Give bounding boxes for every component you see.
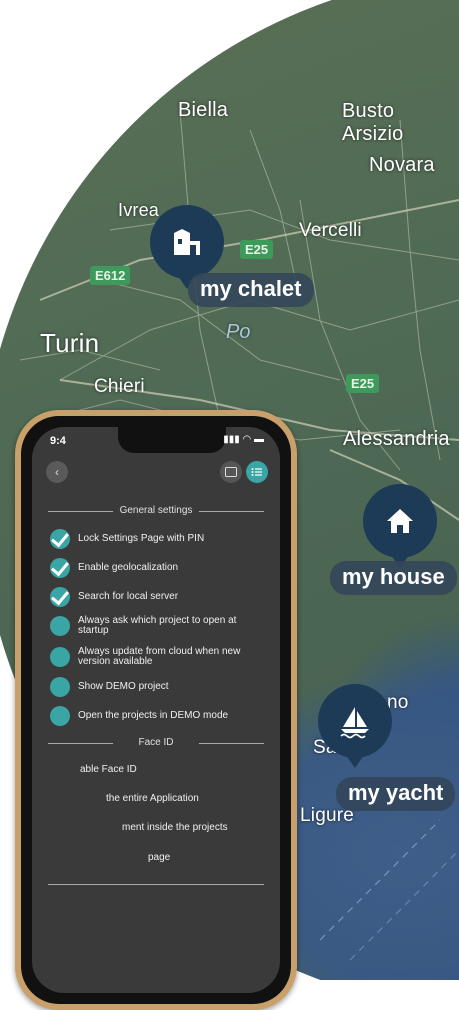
yacht-label[interactable]: my yacht bbox=[336, 777, 456, 811]
road-badge-e25: E25 bbox=[240, 240, 274, 259]
city-turin: Turin bbox=[40, 328, 100, 358]
checkbox-unchecked[interactable] bbox=[50, 616, 70, 636]
setting-label: Show DEMO project bbox=[78, 681, 169, 692]
road-badge-e612: E612 bbox=[90, 266, 131, 285]
chalet-icon bbox=[174, 229, 200, 255]
setting-local-server[interactable]: Search for local server bbox=[50, 587, 268, 607]
city-vercelli: Vercelli bbox=[299, 220, 362, 241]
river-po: Po bbox=[226, 321, 251, 343]
phone-screen: 9:4 ▮▮▮ ◠ ▬ ‹ General settings Lock Sett… bbox=[32, 427, 280, 993]
setting-label: page bbox=[148, 852, 171, 863]
city-alessandria: Alessandria bbox=[343, 428, 450, 450]
setting-demo-mode[interactable]: Open the projects in DEMO mode bbox=[50, 706, 268, 726]
back-icon: ‹ bbox=[55, 465, 59, 479]
house-label[interactable]: my house bbox=[330, 561, 457, 595]
list-settings-icon bbox=[251, 468, 262, 476]
app-topbar: ‹ bbox=[32, 455, 280, 491]
setting-faceid-page[interactable]: page bbox=[50, 853, 268, 863]
setting-label: Always update from cloud when new versio… bbox=[78, 646, 241, 667]
yacht-pin[interactable] bbox=[318, 684, 392, 758]
back-button[interactable]: ‹ bbox=[46, 461, 68, 483]
status-icons: ▮▮▮ ◠ ▬ bbox=[223, 434, 264, 445]
house-icon bbox=[387, 509, 413, 533]
setting-label: Search for local server bbox=[78, 591, 179, 602]
setting-update-cloud[interactable]: Always update from cloud when new versio… bbox=[50, 647, 268, 667]
road-badge-e25-south: E25 bbox=[346, 374, 380, 393]
setting-label: Enable geolocalization bbox=[78, 562, 179, 573]
city-busto-arsizio: Busto Arsizio bbox=[342, 100, 404, 145]
status-time: 9:4 bbox=[50, 435, 66, 447]
setting-geolocalization[interactable]: Enable geolocalization bbox=[50, 558, 268, 578]
checkbox-unchecked[interactable] bbox=[50, 647, 70, 667]
setting-label: Always ask which project to open at star… bbox=[78, 615, 237, 636]
setting-lock-pin[interactable]: Lock Settings Page with PIN bbox=[50, 529, 268, 549]
setting-label: ment inside the projects bbox=[122, 822, 228, 833]
folder-icon bbox=[225, 467, 237, 477]
setting-faceid-enable[interactable]: able Face ID bbox=[50, 765, 268, 775]
checkbox-unchecked[interactable] bbox=[50, 706, 70, 726]
setting-label: the entire Application bbox=[106, 793, 199, 804]
chalet-label[interactable]: my chalet bbox=[188, 273, 314, 307]
setting-label: able Face ID bbox=[80, 764, 137, 775]
phone-mockup: 9:4 ▮▮▮ ◠ ▬ ‹ General settings Lock Sett… bbox=[15, 410, 297, 1010]
house-pin[interactable] bbox=[363, 484, 437, 558]
sailboat-icon bbox=[340, 707, 369, 739]
setting-faceid-app[interactable]: the entire Application bbox=[50, 794, 268, 804]
folder-button[interactable] bbox=[220, 461, 242, 483]
setting-faceid-projects[interactable]: ment inside the projects bbox=[50, 823, 268, 833]
setting-show-demo[interactable]: Show DEMO project bbox=[50, 677, 268, 697]
city-novara: Novara bbox=[369, 154, 435, 176]
general-settings-heading: General settings bbox=[48, 505, 264, 516]
checkbox-checked[interactable] bbox=[50, 558, 70, 578]
setting-label: Lock Settings Page with PIN bbox=[78, 533, 205, 544]
setting-ask-project[interactable]: Always ask which project to open at star… bbox=[50, 616, 268, 636]
city-biella: Biella bbox=[178, 99, 229, 121]
phone-notch bbox=[118, 427, 226, 453]
chalet-pin[interactable] bbox=[150, 205, 224, 279]
divider bbox=[48, 884, 264, 885]
faceid-heading: Face ID bbox=[48, 737, 264, 748]
phone-bezel: 9:4 ▮▮▮ ◠ ▬ ‹ General settings Lock Sett… bbox=[21, 416, 291, 1004]
setting-label: Open the projects in DEMO mode bbox=[78, 710, 229, 721]
city-chieri: Chieri bbox=[94, 376, 145, 397]
checkbox-unchecked[interactable] bbox=[50, 677, 70, 697]
city-ivrea: Ivrea bbox=[118, 200, 160, 220]
checkbox-checked[interactable] bbox=[50, 529, 70, 549]
checkbox-checked[interactable] bbox=[50, 587, 70, 607]
settings-list-button[interactable] bbox=[246, 461, 268, 483]
